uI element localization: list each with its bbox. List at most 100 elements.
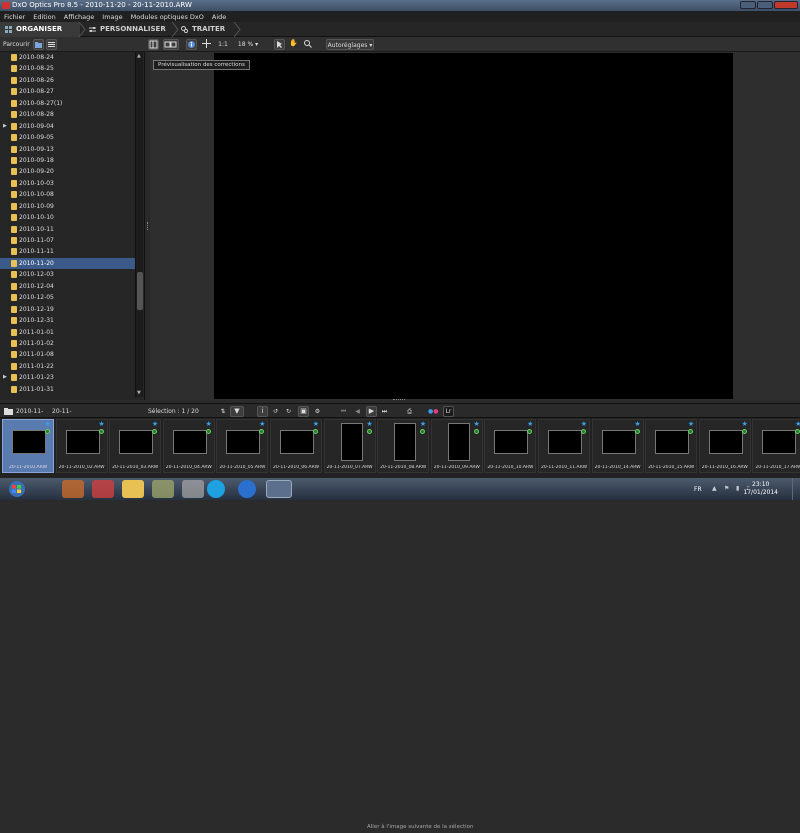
- select-tool-button[interactable]: [274, 39, 285, 50]
- taskbar-app-paint[interactable]: [62, 480, 84, 498]
- taskbar-app-folder[interactable]: [152, 480, 174, 498]
- thumbnail[interactable]: ★ 20-11-2010_02.ARW: [55, 419, 108, 473]
- expand-arrow-icon[interactable]: ▶: [3, 372, 7, 383]
- sort-button[interactable]: ⇅: [218, 406, 228, 417]
- taskbar-app-skype[interactable]: [207, 480, 225, 498]
- folder-item[interactable]: 2010-08-26: [0, 75, 135, 86]
- menu-aide[interactable]: Aide: [212, 13, 226, 21]
- preview-corrections-button[interactable]: [186, 39, 197, 50]
- thumbnail[interactable]: ★ 20-11-2010_10.ARW: [484, 419, 537, 473]
- star-icon[interactable]: ★: [259, 420, 265, 428]
- star-icon[interactable]: ★: [742, 420, 748, 428]
- folder-item[interactable]: 2011-01-31: [0, 384, 135, 395]
- thumbnail[interactable]: ★ 20-11-2010_06.ARW: [270, 419, 322, 473]
- folder-item[interactable]: 2010-10-10: [0, 212, 135, 223]
- menu-fichier[interactable]: Fichier: [4, 13, 25, 21]
- maximize-button[interactable]: [757, 1, 773, 9]
- taskbar-app-dxo[interactable]: [266, 480, 292, 498]
- color-tags-button[interactable]: ●●: [428, 406, 439, 417]
- thumbnail[interactable]: ★ 20-11-2010_15.ARW: [645, 419, 698, 473]
- thumbnail[interactable]: ★ 20-11-2010_04.ARW: [162, 419, 215, 473]
- taskbar-app-ie[interactable]: [238, 480, 256, 498]
- folder-item[interactable]: ▶ 2010-09-04: [0, 121, 135, 132]
- image-info-button[interactable]: i: [257, 406, 268, 417]
- first-image-button[interactable]: ⏮: [339, 406, 348, 417]
- thumbnail[interactable]: ★ 20-11-2010_03.ARW: [109, 419, 162, 473]
- taskbar-app-explorer[interactable]: [122, 480, 144, 498]
- print-button[interactable]: ⎙: [404, 406, 415, 417]
- thumbnail[interactable]: ★ 20-11-2010_11.ARW: [538, 419, 590, 473]
- ratio-button[interactable]: 1:1: [217, 39, 229, 50]
- tray-arrow-icon[interactable]: ▲: [712, 485, 717, 492]
- folder-item[interactable]: 2010-10-03: [0, 178, 135, 189]
- folder-item[interactable]: 2010-08-24: [0, 52, 135, 63]
- star-icon[interactable]: ★: [98, 420, 104, 428]
- thumbnail[interactable]: ★ 20-11-2010_17.ARW: [752, 419, 800, 473]
- thumbnail[interactable]: ★ 20-11-2010_14.ARW: [591, 419, 644, 473]
- folder-item[interactable]: 2011-01-01: [0, 327, 135, 338]
- lightroom-button[interactable]: Lr: [443, 406, 454, 417]
- star-icon[interactable]: ★: [795, 420, 800, 428]
- menu-image[interactable]: Image: [102, 13, 122, 21]
- minimize-button[interactable]: [740, 1, 756, 9]
- scroll-up-icon[interactable]: ▲: [137, 53, 141, 59]
- menu-affichage[interactable]: Affichage: [64, 13, 95, 21]
- folder-item[interactable]: 2010-09-05: [0, 132, 135, 143]
- thumbnail[interactable]: ★ 20-11-2010.ARW: [2, 419, 54, 473]
- scrollbar-thumb[interactable]: [137, 272, 143, 310]
- taskbar-app-media[interactable]: [92, 480, 114, 498]
- folder-item[interactable]: 2010-08-27(1): [0, 98, 135, 109]
- star-icon[interactable]: ★: [45, 420, 51, 428]
- fit-button[interactable]: [201, 39, 212, 50]
- folder-item[interactable]: 2010-10-08: [0, 189, 135, 200]
- image-preview[interactable]: [214, 53, 733, 399]
- folder-item[interactable]: 2010-10-09: [0, 201, 135, 212]
- language-indicator[interactable]: FR: [694, 486, 702, 493]
- list-view-button[interactable]: [46, 39, 57, 50]
- star-icon[interactable]: ★: [688, 420, 694, 428]
- folder-item[interactable]: 2010-12-31: [0, 315, 135, 326]
- folder-item[interactable]: 2010-12-05: [0, 292, 135, 303]
- star-icon[interactable]: ★: [313, 420, 319, 428]
- system-clock[interactable]: 23:10 17/01/2014: [743, 481, 778, 497]
- folder-item[interactable]: 2010-08-27: [0, 86, 135, 97]
- star-icon[interactable]: ★: [581, 420, 587, 428]
- star-icon[interactable]: ★: [420, 420, 426, 428]
- next-image-button[interactable]: ▶: [366, 406, 377, 417]
- folder-item[interactable]: 2010-10-11: [0, 224, 135, 235]
- tray-flag-icon[interactable]: ⚑: [724, 485, 729, 492]
- previous-image-button[interactable]: ◀: [353, 406, 362, 417]
- folder-item[interactable]: 2010-09-20: [0, 166, 135, 177]
- folder-item[interactable]: 2010-09-13: [0, 144, 135, 155]
- taskbar-app-files[interactable]: [182, 480, 204, 498]
- thumbnail[interactable]: ★ 20-11-2010_05.ARW: [216, 419, 269, 473]
- folder-item[interactable]: 2010-12-19: [0, 304, 135, 315]
- tab-organiser[interactable]: ORGANISER: [0, 22, 80, 37]
- filter-button[interactable]: ▼: [230, 406, 244, 417]
- hand-tool-button[interactable]: ✋: [288, 39, 299, 50]
- menu-edition[interactable]: Edition: [33, 13, 56, 21]
- folder-item[interactable]: 2011-01-22: [0, 361, 135, 372]
- zoom-tool-button[interactable]: [302, 39, 313, 50]
- folder-item[interactable]: 2010-11-07: [0, 235, 135, 246]
- zoom-select[interactable]: 18 % ▾: [236, 39, 260, 50]
- folder-view-button[interactable]: [33, 39, 44, 50]
- start-button[interactable]: [2, 480, 32, 498]
- show-desktop-button[interactable]: [792, 478, 800, 500]
- folder-item[interactable]: 2010-11-20: [0, 257, 135, 270]
- thumbnail[interactable]: ★ 20-11-2010_16.ARW: [698, 419, 751, 473]
- folder-item[interactable]: 2010-12-04: [0, 281, 135, 292]
- thumbnail[interactable]: ★ 20-11-2010_08.ARW: [377, 419, 430, 473]
- star-icon[interactable]: ★: [152, 420, 158, 428]
- star-icon[interactable]: ★: [206, 420, 212, 428]
- folder-item[interactable]: 2011-01-08: [0, 349, 135, 360]
- folder-item[interactable]: 2010-12-03: [0, 269, 135, 280]
- star-icon[interactable]: ★: [634, 420, 640, 428]
- expand-arrow-icon[interactable]: ▶: [3, 121, 7, 132]
- tray-network-icon[interactable]: ▮: [736, 485, 739, 492]
- menu-modules[interactable]: Modules optiques DxO: [131, 13, 204, 21]
- settings-button[interactable]: ⚙: [313, 406, 322, 417]
- folder-item[interactable]: 2010-08-25: [0, 63, 135, 74]
- folder-item[interactable]: 2011-01-02: [0, 338, 135, 349]
- close-button[interactable]: [774, 1, 798, 9]
